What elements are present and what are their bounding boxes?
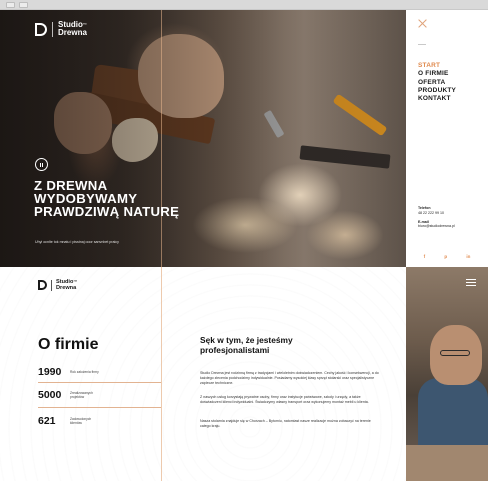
hero-logo[interactable]: Studio™ Drewna	[35, 21, 87, 37]
photo-safety-glasses	[440, 350, 470, 356]
facebook-icon[interactable]: f	[424, 254, 426, 259]
logo-text: Studio™ Drewna	[58, 21, 87, 37]
nav-item-oferta[interactable]: OFERTA	[418, 79, 456, 87]
logo-trademark: ™	[73, 279, 78, 284]
about-divider	[161, 267, 162, 481]
section-title: Sęk w tym, że jesteśmy profesjonalistami	[200, 335, 293, 355]
about-paragraph-1: Studio Drewna jest rodzinną firmą z trad…	[200, 371, 379, 385]
stat-number: 1990	[38, 366, 62, 378]
stat-label: Zadowolonych klientów	[70, 416, 92, 425]
stat-label: Rok założenia firmy	[70, 370, 99, 374]
browser-toolbar	[0, 0, 488, 10]
stat-number: 621	[38, 414, 56, 427]
logo-d-icon	[35, 22, 47, 36]
stat-item: 5000 Zrealizowanych projektów	[38, 383, 161, 408]
pinterest-icon[interactable]: p	[444, 254, 447, 259]
browser-forward-button[interactable]	[19, 2, 28, 8]
logo-line2: Drewna	[58, 28, 87, 37]
stats-list: 1990 Rok założenia firmy 5000 Zrealizowa…	[38, 362, 161, 433]
logo-line2: Drewna	[56, 285, 77, 291]
nav-item-o-firmie[interactable]: O FIRMIE	[418, 70, 456, 78]
stat-number: 5000	[38, 389, 62, 401]
browser-back-button[interactable]	[6, 2, 15, 8]
stat-item: 621 Zadowolonych klientów	[38, 408, 161, 433]
logo-separator	[51, 279, 52, 291]
main-nav: START O FIRMIE OFERTA PRODUKTY KONTAKT	[418, 62, 456, 103]
linkedin-icon[interactable]: in	[466, 254, 470, 259]
email-link[interactable]: biuro@studiodrewna.pl	[418, 224, 455, 229]
hero-section	[0, 10, 406, 267]
logo-separator	[52, 21, 53, 37]
email-label: E-mail	[418, 219, 429, 224]
logo-d-icon	[38, 280, 47, 290]
contact-block: Telefon 48 22 222 99 10 E-mail biuro@stu…	[418, 206, 455, 229]
nav-item-start[interactable]: START	[418, 62, 456, 70]
hero-subtitle: Uhyi ocnlte tok mnatu i pisstnaj ooor sa…	[35, 240, 119, 244]
menu-dash	[418, 44, 426, 45]
logo-trademark: ™	[82, 22, 87, 27]
nav-item-produkty[interactable]: PRODUKTY	[418, 87, 456, 95]
hero-title: Z DREWNA WYDOBYWAMY PRAWDZIWĄ NATURĘ	[34, 178, 180, 220]
social-links: f p in	[406, 245, 488, 267]
photo-workbench	[406, 445, 488, 481]
stat-label: Zrealizowanych projektów	[70, 391, 93, 399]
about-title: O firmie	[38, 336, 99, 353]
hero-overlay	[0, 10, 406, 267]
hamburger-icon[interactable]	[466, 279, 476, 286]
nav-item-kontakt[interactable]: KONTAKT	[418, 95, 456, 103]
about-logo[interactable]: Studio™ Drewna	[38, 279, 77, 291]
about-paragraph-3: Nasza stolarnia znajduje się w Chorzach …	[200, 419, 371, 428]
page: Studio™ Drewna Z DREWNA WYDOBYWAMY PRAWD…	[0, 0, 488, 481]
pause-icon[interactable]	[35, 158, 48, 171]
about-paragraph-2: Z naszych usług korzystają prywatne osob…	[200, 395, 369, 404]
close-icon[interactable]	[418, 19, 427, 28]
photo-carpenter-shirt	[418, 378, 488, 448]
stat-item: 1990 Rok założenia firmy	[38, 362, 161, 383]
phone-label: Telefon	[418, 206, 431, 210]
logo-text: Studio™ Drewna	[56, 279, 77, 291]
